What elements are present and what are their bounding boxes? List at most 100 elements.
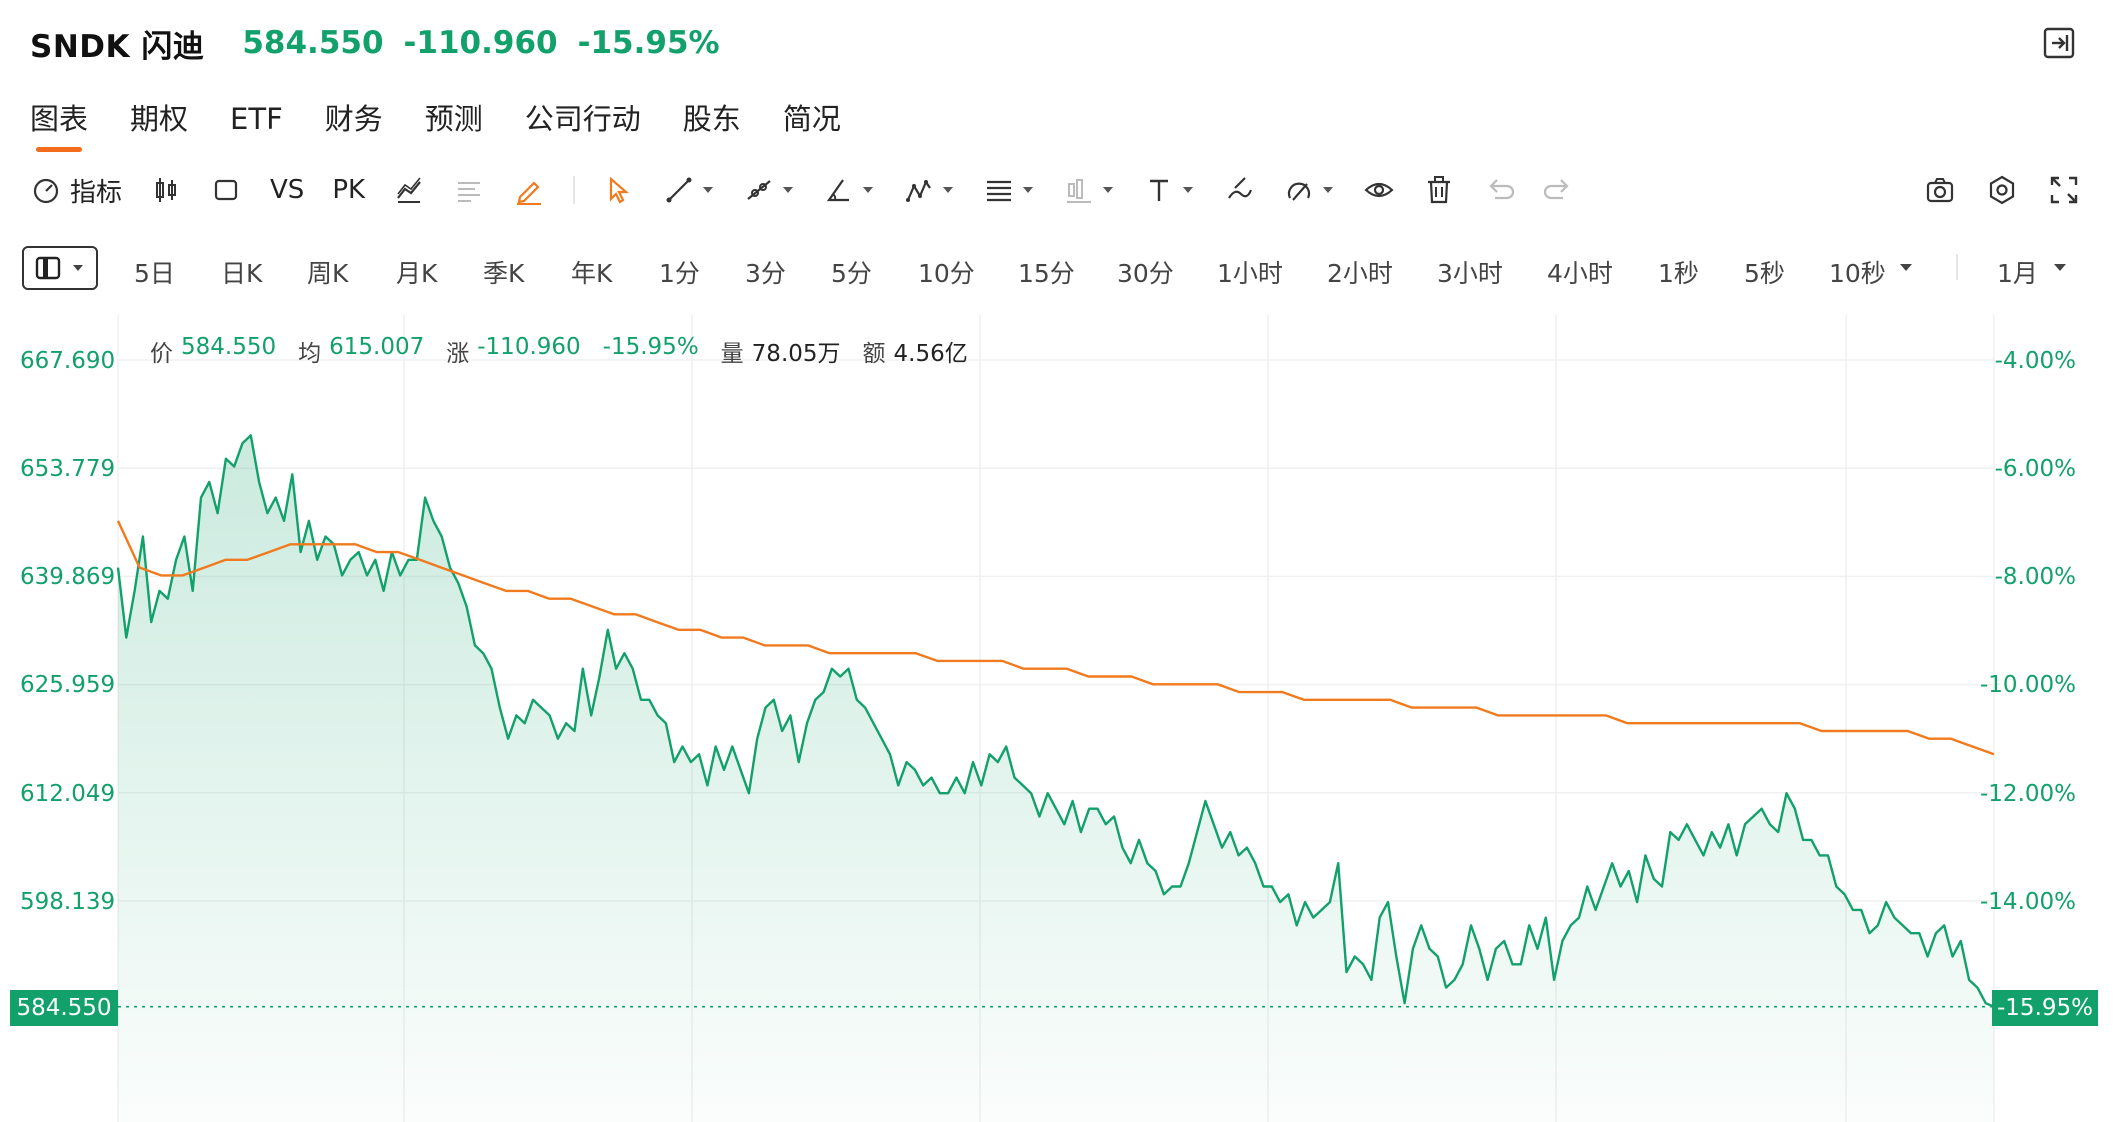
gauge-icon <box>33 178 59 204</box>
undo-icon[interactable] <box>1483 168 1515 212</box>
pk-label: PK <box>332 175 366 205</box>
chevron-down-icon <box>1103 187 1114 193</box>
period-5d[interactable]: 5日 <box>134 254 175 290</box>
period-range-select[interactable]: 1月 <box>1997 254 2038 290</box>
chevron-down-icon <box>943 187 954 193</box>
info-chg: -110.960 <box>477 334 581 360</box>
brush-icon[interactable] <box>1223 168 1255 212</box>
period-30m[interactable]: 30分 <box>1117 254 1174 290</box>
stock-symbol: SNDK 闪迪 <box>30 28 205 65</box>
tab-chart[interactable]: 图表 <box>30 96 88 152</box>
fullscreen-icon[interactable] <box>2048 168 2080 212</box>
quote-header: SNDK 闪迪 584.550 -110.960 -15.95% <box>30 18 740 68</box>
info-price-label: 价 <box>150 341 173 367</box>
line-icon[interactable] <box>663 168 715 212</box>
vs-button[interactable]: VS <box>270 168 304 212</box>
tab-forecast[interactable]: 预测 <box>425 96 483 142</box>
list-icon[interactable] <box>453 168 485 212</box>
tab-profile[interactable]: 简况 <box>783 96 841 142</box>
chevron-down-icon[interactable] <box>2052 260 2068 276</box>
camera-icon[interactable] <box>1924 168 1956 212</box>
chart-type-selector[interactable] <box>22 246 98 290</box>
pencil-icon[interactable] <box>513 168 545 212</box>
cursor-icon[interactable] <box>603 168 635 212</box>
info-price: 584.550 <box>181 334 277 360</box>
current-pct-tag: -15.95% <box>1992 990 2098 1026</box>
period-1m[interactable]: 1分 <box>659 254 700 290</box>
info-amt: 4.56亿 <box>893 341 968 367</box>
period-5m[interactable]: 5分 <box>831 254 872 290</box>
period-1h[interactable]: 1小时 <box>1217 254 1283 290</box>
period-4h[interactable]: 4小时 <box>1547 254 1613 290</box>
period-3m[interactable]: 3分 <box>745 254 786 290</box>
period-bar: 5日 日K 周K 月K 季K 年K 1分 3分 5分 10分 15分 30分 1… <box>22 244 2096 292</box>
pk-button[interactable]: PK <box>332 168 365 212</box>
settings-icon[interactable] <box>1986 168 2018 212</box>
chart-info-bar: 价 584.550 均 615.007 涨 -110.960 -15.95% 量… <box>150 334 990 368</box>
period-day[interactable]: 日K <box>221 254 262 290</box>
y-tick-left: 625.959 <box>20 672 116 698</box>
period-quarter[interactable]: 季K <box>483 254 524 290</box>
y-tick-right: -4.00% <box>1994 348 2076 374</box>
y-tick-right: -12.00% <box>1980 781 2076 807</box>
chevron-down-icon <box>1023 187 1034 193</box>
y-tick-right: -10.00% <box>1980 672 2076 698</box>
period-10s[interactable]: 10秒 <box>1829 254 1886 290</box>
magnet-icon[interactable] <box>1283 168 1335 212</box>
period-month[interactable]: 月K <box>396 254 437 290</box>
price-chart[interactable]: 价 584.550 均 615.007 涨 -110.960 -15.95% 量… <box>0 314 2116 1122</box>
chevron-down-icon <box>703 187 714 193</box>
eye-icon[interactable] <box>1363 168 1395 212</box>
chevron-down-icon <box>783 187 794 193</box>
info-amt-label: 额 <box>862 341 886 367</box>
chart-canvas[interactable] <box>0 314 2116 1122</box>
tab-etf[interactable]: ETF <box>230 96 283 142</box>
ray-icon[interactable] <box>743 168 795 212</box>
y-tick-left: 667.690 <box>20 348 116 374</box>
price-area <box>118 435 1994 1122</box>
measure-icon[interactable] <box>1063 168 1115 212</box>
info-vol: 78.05万 <box>751 341 841 367</box>
period-10m[interactable]: 10分 <box>918 254 975 290</box>
period-15m[interactable]: 15分 <box>1018 254 1075 290</box>
period-1s[interactable]: 1秒 <box>1658 254 1699 290</box>
chevron-down-icon <box>1183 187 1194 193</box>
fib-icon[interactable] <box>983 168 1035 212</box>
info-chg-pct: -15.95% <box>602 334 699 360</box>
tab-corporate-actions[interactable]: 公司行动 <box>525 96 641 142</box>
text-icon[interactable] <box>1143 168 1195 212</box>
stock-change-pct: -15.95% <box>577 25 720 61</box>
period-5s[interactable]: 5秒 <box>1744 254 1785 290</box>
stock-price: 584.550 <box>242 25 384 61</box>
info-avg-label: 均 <box>298 341 322 367</box>
compare-icon[interactable] <box>393 168 425 212</box>
y-tick-right: -8.00% <box>1994 564 2076 590</box>
chevron-down-icon[interactable] <box>1898 260 1914 276</box>
tab-financials[interactable]: 财务 <box>325 96 383 142</box>
indicator-button[interactable]: 指标 <box>30 168 122 212</box>
period-year[interactable]: 年K <box>571 254 612 290</box>
chevron-down-icon <box>863 187 874 193</box>
y-tick-left: 612.049 <box>20 781 116 807</box>
tab-options[interactable]: 期权 <box>130 96 188 142</box>
redo-icon[interactable] <box>1543 168 1575 212</box>
exit-icon[interactable] <box>2042 26 2076 60</box>
y-tick-left: 653.779 <box>20 456 116 482</box>
period-week[interactable]: 周K <box>307 254 348 290</box>
candlestick-icon[interactable] <box>150 168 182 212</box>
main-tabs: 图表 期权 ETF 财务 预测 公司行动 股东 简况 <box>30 96 883 152</box>
tab-shareholders[interactable]: 股东 <box>683 96 741 142</box>
rectangle-icon[interactable] <box>210 168 242 212</box>
period-3h[interactable]: 3小时 <box>1437 254 1503 290</box>
vs-label: VS <box>270 175 305 205</box>
stock-change: -110.960 <box>403 25 558 61</box>
period-2h[interactable]: 2小时 <box>1327 254 1393 290</box>
y-tick-right: -14.00% <box>1980 889 2076 915</box>
angle-icon[interactable] <box>823 168 875 212</box>
info-vol-label: 量 <box>720 341 744 367</box>
trash-icon[interactable] <box>1423 168 1455 212</box>
current-price-tag: 584.550 <box>10 990 118 1026</box>
y-tick-left: 598.139 <box>20 889 116 915</box>
pattern-icon[interactable] <box>903 168 955 212</box>
split-layout-icon <box>35 256 61 280</box>
